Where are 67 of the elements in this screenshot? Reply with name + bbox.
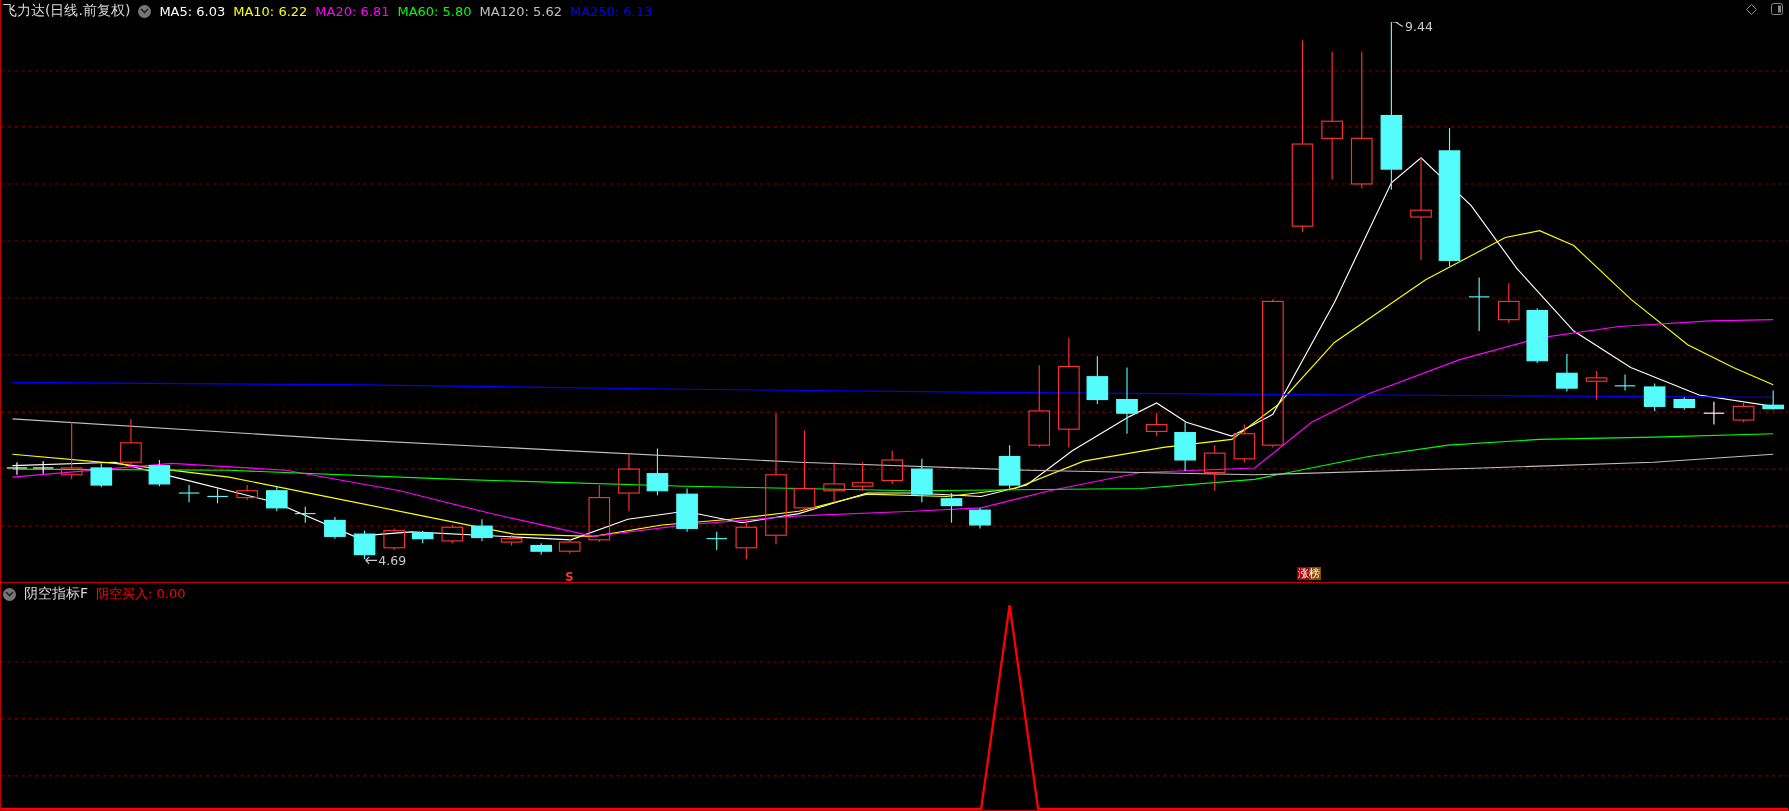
candlestick [471, 518, 493, 542]
candlestick [1145, 412, 1168, 437]
candlestick [411, 530, 434, 544]
indicator-title: 阴空指标F [24, 585, 89, 603]
candlestick [1614, 373, 1636, 391]
candlestick [851, 461, 874, 492]
indicator-value: MA250: 6.13 [569, 3, 653, 19]
chevron-down-icon[interactable] [138, 4, 152, 18]
indicator-value: MA120: 5.62 [479, 3, 562, 19]
high-price-label: 9.44 [1391, 22, 1433, 35]
indicator-value: 阴空买入: 0.00 [96, 585, 186, 603]
candlestick [1116, 367, 1138, 435]
candlestick [969, 507, 991, 529]
candlestick [588, 484, 611, 543]
candlestick [1762, 389, 1784, 411]
candlestick [120, 418, 142, 467]
candlestick [236, 484, 258, 501]
candlestick [823, 461, 845, 503]
candlestick [1556, 353, 1578, 393]
candlestick [441, 524, 464, 544]
candlestick [60, 421, 83, 480]
limit-up-badge: 涨榜 [1297, 567, 1321, 580]
candlestick [32, 460, 54, 475]
candlestick [383, 527, 405, 551]
signal-marker: S [565, 569, 574, 582]
chart-title: 飞力达(日线.前复权) [3, 2, 131, 20]
candlestick [530, 542, 553, 556]
candlestick [646, 448, 669, 496]
candlestick [676, 487, 698, 533]
candlestick [911, 458, 933, 503]
candlestick [1673, 396, 1696, 411]
candlestick [705, 531, 728, 551]
candlestick [324, 516, 346, 540]
candlestick [500, 534, 523, 547]
indicator-value: MA20: 6.81 [315, 3, 390, 19]
indicator-value: MA5: 6.03 [159, 3, 226, 19]
panel-toggle-icon[interactable] [1771, 3, 1783, 15]
candlestick [265, 485, 288, 512]
candlestick [1585, 370, 1608, 401]
candlestick [1086, 355, 1109, 405]
indicator-value: MA10: 6.22 [233, 3, 308, 19]
diamond-icon[interactable] [1746, 3, 1757, 15]
candlestick [558, 538, 581, 555]
candlestick [1643, 383, 1666, 412]
candlestick [148, 459, 171, 487]
candlestick [1526, 307, 1549, 364]
candlestick [1732, 402, 1755, 423]
candlestick [353, 530, 376, 560]
candlestick [178, 484, 200, 503]
chevron-down-icon[interactable] [3, 587, 16, 601]
candlestick [6, 461, 28, 476]
candlestick [206, 487, 229, 504]
candlestick [1174, 421, 1196, 472]
candlestick [618, 453, 640, 512]
candlestick [1233, 424, 1256, 463]
candlestick [1468, 276, 1490, 332]
indicator-value: MA60: 5.80 [397, 3, 472, 19]
candlestick [881, 450, 904, 485]
candlestick [294, 506, 317, 524]
candlestick [90, 462, 113, 488]
candlestick [998, 444, 1021, 490]
low-price-label: 4.69 [365, 552, 407, 568]
candlestick [1203, 444, 1226, 492]
candlestick [735, 518, 758, 560]
candlestick [1703, 401, 1725, 426]
candlestick [1497, 282, 1520, 324]
candlestick [940, 492, 963, 524]
